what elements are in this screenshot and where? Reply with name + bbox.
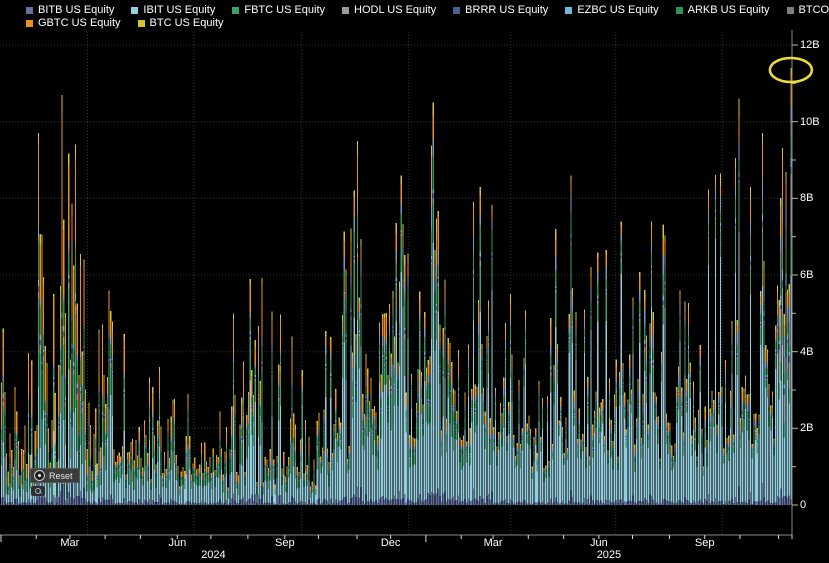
y-axis-tick-label: 0 xyxy=(800,499,806,511)
legend-item-brrr[interactable]: BRRR US Equity xyxy=(453,4,548,17)
legend-item-hodl[interactable]: HODL US Equity xyxy=(342,4,436,17)
legend-label: BRRR US Equity xyxy=(465,4,548,17)
legend-label: FBTC US Equity xyxy=(244,4,325,17)
legend-swatch-icon xyxy=(676,7,683,14)
legend-swatch-icon xyxy=(453,7,460,14)
chart-plot-area[interactable] xyxy=(0,0,829,563)
legend-swatch-icon xyxy=(131,7,138,14)
y-axis-tick-label: 4B xyxy=(800,346,813,358)
reset-label: Reset xyxy=(49,471,73,481)
legend-swatch-icon xyxy=(787,7,794,14)
legend-item-bitb[interactable]: BITB US Equity xyxy=(26,4,114,17)
y-axis-tick-label: 8B xyxy=(800,192,813,204)
legend-item-btco[interactable]: BTCO US Equity xyxy=(787,4,829,17)
x-axis-year-label: 2024 xyxy=(191,549,235,561)
legend-item-ibit[interactable]: IBIT US Equity xyxy=(131,4,215,17)
reset-icon xyxy=(34,470,45,481)
x-axis-year-label: 2025 xyxy=(587,549,631,561)
magnifier-icon[interactable] xyxy=(31,486,45,496)
x-axis-tick-label: Jun xyxy=(584,537,614,549)
legend-item-btc[interactable]: BTC US Equity xyxy=(138,17,224,30)
legend-label: EZBC US Equity xyxy=(577,4,658,17)
legend-swatch-icon xyxy=(232,7,239,14)
legend-label: BTC US Equity xyxy=(150,17,224,30)
x-axis-tick-label: Jun xyxy=(162,537,192,549)
x-axis-tick-label: Sep xyxy=(690,537,720,549)
y-axis-tick-label: 10B xyxy=(800,116,820,128)
chart-legend: BITB US Equity IBIT US Equity FBTC US Equi… xyxy=(26,4,829,30)
legend-label: IBIT US Equity xyxy=(143,4,215,17)
legend-label: GBTC US Equity xyxy=(38,17,121,30)
legend-item-gbtc[interactable]: GBTC US Equity xyxy=(26,17,121,30)
x-axis-tick-label: Sep xyxy=(270,537,300,549)
x-axis-tick-label: Mar xyxy=(55,537,85,549)
legend-swatch-icon xyxy=(138,20,145,27)
legend-label: HODL US Equity xyxy=(354,4,436,17)
y-axis-tick-label: 12B xyxy=(800,39,820,51)
legend-swatch-icon xyxy=(26,7,33,14)
legend-item-fbtc[interactable]: FBTC US Equity xyxy=(232,4,325,17)
legend-label: BITB US Equity xyxy=(38,4,114,17)
y-axis-tick-label: 2B xyxy=(800,422,813,434)
legend-item-ezbc[interactable]: EZBC US Equity xyxy=(565,4,658,17)
x-axis-tick-label: Mar xyxy=(478,537,508,549)
volume-chart-window: BITB US Equity IBIT US Equity FBTC US Equi… xyxy=(0,0,829,563)
legend-swatch-icon xyxy=(342,7,349,14)
legend-item-arkb[interactable]: ARKB US Equity xyxy=(676,4,770,17)
legend-swatch-icon xyxy=(26,20,33,27)
y-axis-tick-label: 6B xyxy=(800,269,813,281)
reset-zoom-button[interactable]: Reset xyxy=(30,468,80,483)
x-axis-tick-label: Dec xyxy=(376,537,406,549)
legend-label: ARKB US Equity xyxy=(688,4,770,17)
legend-label: BTCO US Equity xyxy=(799,4,829,17)
legend-swatch-icon xyxy=(565,7,572,14)
